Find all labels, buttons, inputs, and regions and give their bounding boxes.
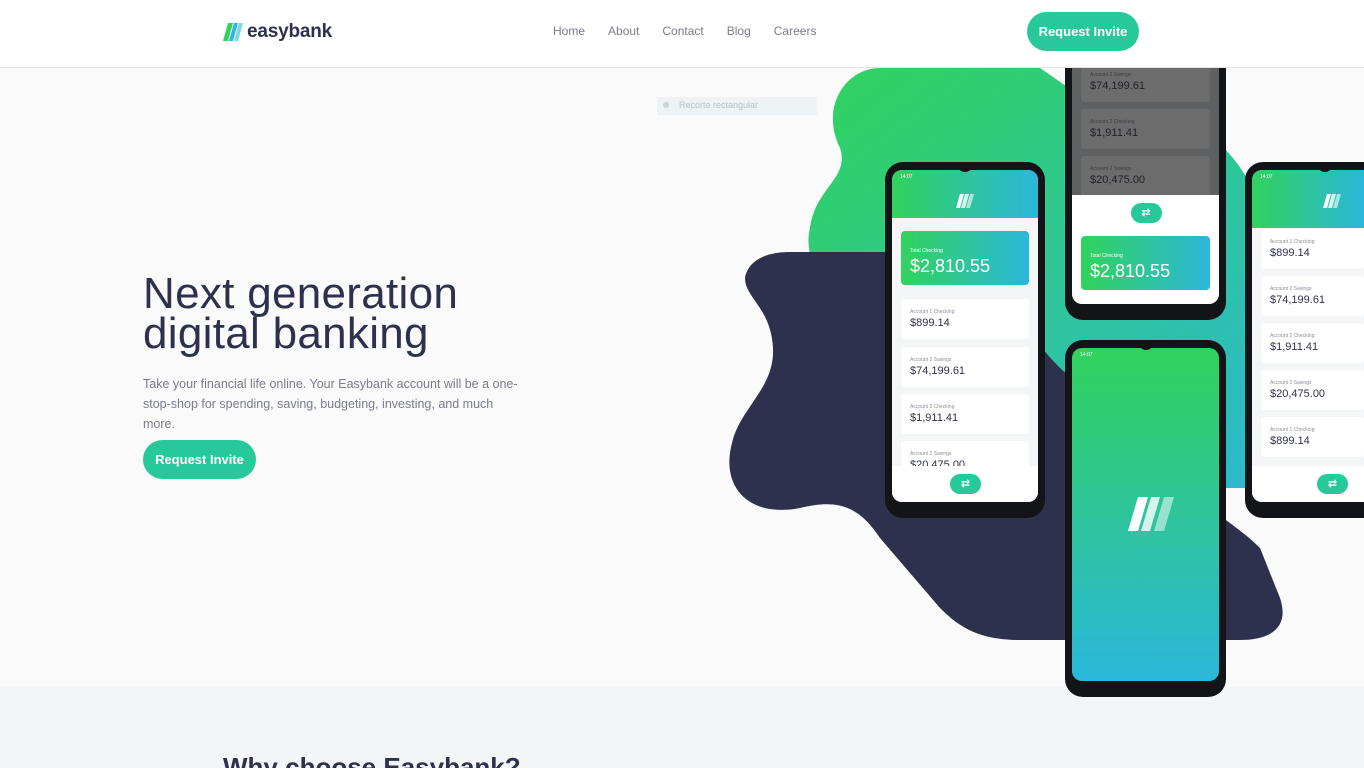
overlay-dot-icon xyxy=(663,102,669,108)
nav-about[interactable]: About xyxy=(608,24,639,38)
phone-screen: 14:07 Total Checking $2,810.55 Account 1… xyxy=(892,170,1038,502)
transfer-fab-icon: ⇄ xyxy=(1317,474,1348,494)
nav-careers[interactable]: Careers xyxy=(774,24,817,38)
nav-blog[interactable]: Blog xyxy=(727,24,751,38)
phone-mockup-right: 14:07 Account 1 Checking $899.14 Account… xyxy=(1245,162,1364,518)
account-card: Account 1 Checking $899.14 xyxy=(1261,229,1364,269)
phone-mockup-top: Account 2 Savings $74,199.61 Account 2 C… xyxy=(1065,30,1226,320)
site-header: easybank Home About Contact Blog Careers… xyxy=(0,0,1364,68)
main-nav: Home About Contact Blog Careers xyxy=(553,24,839,38)
logo[interactable]: easybank xyxy=(223,21,332,43)
account-card: Account 2 Savings $74,199.61 xyxy=(1261,276,1364,316)
nav-contact[interactable]: Contact xyxy=(662,24,703,38)
phone-bottom-panel: ⇄ Total Checking $2,810.55 xyxy=(1072,195,1219,304)
overlay-label: Recorte rectangular xyxy=(679,100,759,110)
account-card: Account 2 Savings $20,475.00 xyxy=(1081,156,1210,196)
hero-request-invite-button[interactable]: Request Invite xyxy=(143,440,256,479)
app-logo-icon xyxy=(956,194,974,208)
nav-home[interactable]: Home xyxy=(553,24,585,38)
phone-screen: Account 2 Savings $74,199.61 Account 2 C… xyxy=(1072,30,1219,304)
account-card: Account 1 Checking $899.14 xyxy=(1261,417,1364,457)
account-card: Account 2 Savings $74,199.61 xyxy=(901,347,1029,387)
account-card: Account 2 Savings $74,199.61 xyxy=(1081,62,1210,102)
account-card: Account 2 Checking $1,911.41 xyxy=(1081,109,1210,149)
account-card: Account 2 Checking $1,911.41 xyxy=(901,394,1029,434)
header-request-invite-button[interactable]: Request Invite xyxy=(1027,12,1139,51)
logo-mark-icon xyxy=(223,23,243,41)
hero-title: Next generation digital banking xyxy=(143,269,459,358)
transfer-fab-icon: ⇄ xyxy=(950,474,981,494)
why-section-background xyxy=(0,687,1364,768)
phone-bottom-panel: ⇄ xyxy=(892,466,1038,502)
why-section-title: Why choose Easybank? xyxy=(223,752,521,768)
total-card: Total Checking $2,810.55 xyxy=(901,231,1029,285)
hero-description: Take your financial life online. Your Ea… xyxy=(143,377,518,431)
total-card: Total Checking $2,810.55 xyxy=(1081,236,1210,290)
transfer-fab-icon: ⇄ xyxy=(1130,203,1162,223)
phone-screen: 14:07 xyxy=(1072,348,1219,681)
phone-mockup-splash: 14:07 xyxy=(1065,340,1226,697)
account-card: Account 2 Savings $20,475.00 xyxy=(1261,370,1364,410)
phone-screen: 14:07 Account 1 Checking $899.14 Account… xyxy=(1252,170,1364,502)
splash-logo-icon xyxy=(1128,497,1174,531)
phone-mockup-left: 14:07 Total Checking $2,810.55 Account 1… xyxy=(885,162,1045,518)
app-logo-icon xyxy=(1323,194,1341,208)
account-card: Account 2 Checking $1,911.41 xyxy=(1261,323,1364,363)
logo-text: easybank xyxy=(247,21,333,42)
account-card: Account 1 Checking $899.14 xyxy=(901,299,1029,339)
selection-overlay: Recorte rectangular xyxy=(657,97,817,115)
phone-bottom-panel: ⇄ xyxy=(1252,466,1364,502)
